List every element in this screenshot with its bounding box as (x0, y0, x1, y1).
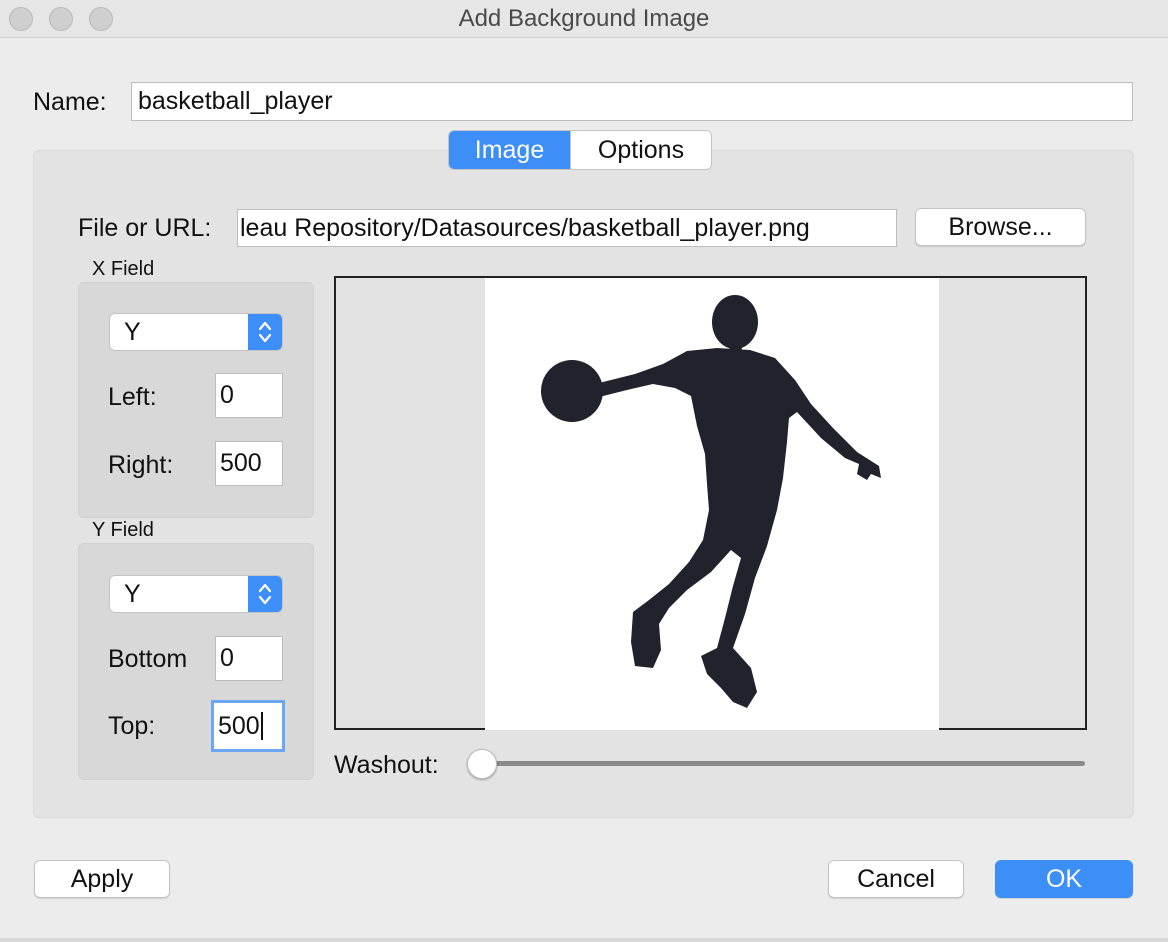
x-field-heading: X Field (92, 258, 155, 280)
window-bottom-edge (0, 938, 1168, 942)
x-right-input[interactable]: 500 (215, 441, 283, 486)
y-bottom-label: Bottom (108, 645, 188, 673)
window-title: Add Background Image (458, 5, 710, 32)
y-field-select[interactable]: Y (109, 575, 283, 613)
apply-button[interactable]: Apply (34, 860, 170, 898)
ok-button[interactable]: OK (995, 860, 1133, 898)
washout-slider-knob[interactable] (467, 749, 497, 779)
x-left-input[interactable]: 0 (215, 373, 283, 418)
file-url-label: File or URL: (78, 214, 212, 242)
name-label: Name: (33, 88, 107, 116)
chevron-up-down-icon (248, 576, 282, 612)
basketball-player-silhouette-icon (541, 295, 881, 708)
name-input[interactable]: basketball_player (131, 82, 1133, 121)
tab-image[interactable]: Image (449, 131, 570, 169)
x-field-select[interactable]: Y (109, 313, 283, 351)
image-preview (334, 276, 1087, 730)
x-field-selected-value: Y (124, 317, 141, 346)
x-right-label: Right: (108, 451, 174, 479)
cancel-button[interactable]: Cancel (828, 860, 964, 898)
tab-options[interactable]: Options (570, 131, 711, 169)
y-field-heading: Y Field (92, 519, 154, 541)
washout-label: Washout: (334, 751, 439, 779)
y-top-label: Top: (108, 712, 156, 740)
browse-button[interactable]: Browse... (915, 208, 1086, 246)
preview-image-canvas (485, 278, 939, 730)
title-bar: Add Background Image (0, 0, 1168, 38)
y-bottom-input[interactable]: 0 (215, 636, 283, 681)
y-top-input[interactable]: 500 (211, 700, 285, 752)
y-field-selected-value: Y (124, 579, 141, 608)
file-url-input[interactable]: leau Repository/Datasources/basketball_p… (237, 209, 897, 247)
washout-slider-track[interactable] (482, 761, 1085, 766)
y-top-value: 500 (218, 711, 260, 740)
chevron-up-down-icon (248, 314, 282, 350)
tab-bar: Image Options (448, 130, 712, 170)
text-caret (260, 712, 263, 740)
x-left-label: Left: (108, 383, 157, 411)
